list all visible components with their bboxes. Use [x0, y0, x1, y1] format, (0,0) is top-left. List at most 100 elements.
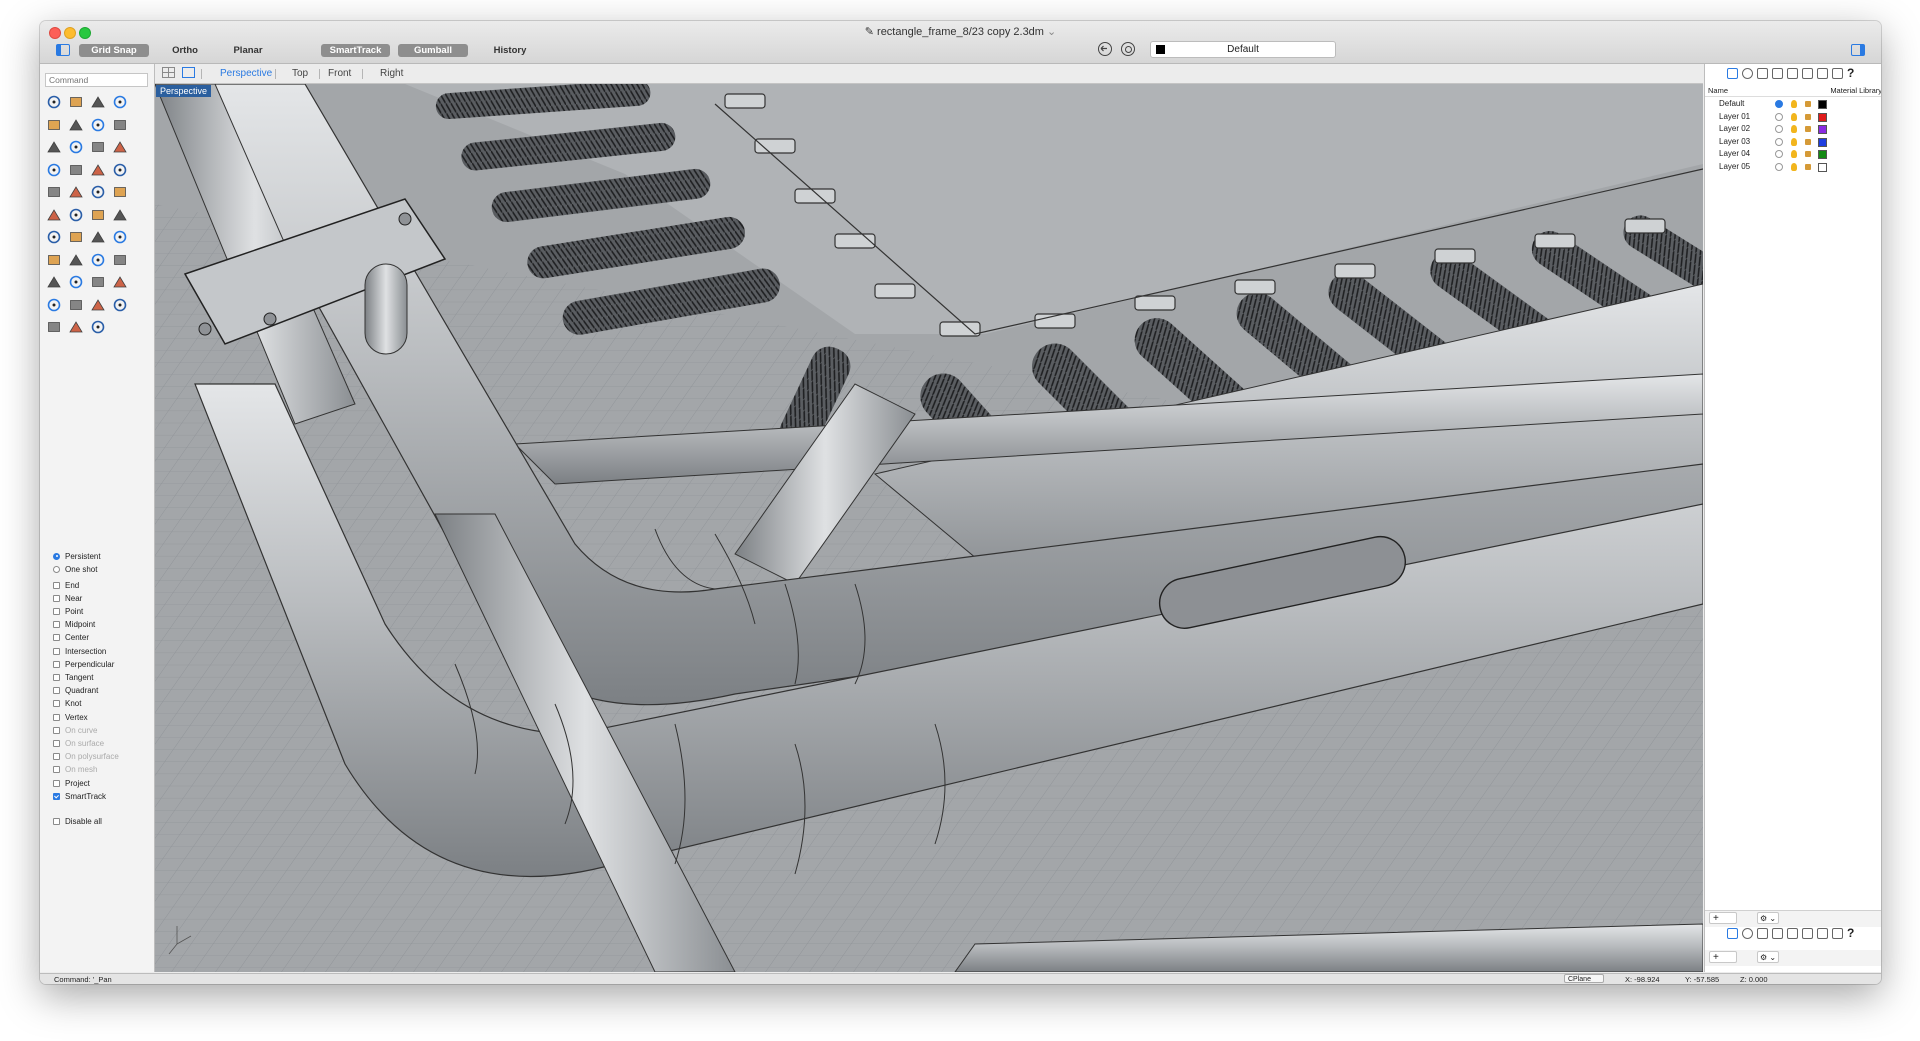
osnap-perpendicular[interactable]: Perpendicular [53, 658, 114, 670]
osnap-disable-all[interactable]: Disable all [53, 815, 102, 827]
mesh-tool-icon[interactable] [68, 297, 84, 313]
document-tab-icon[interactable] [1757, 68, 1768, 79]
sweep-tool-icon[interactable] [112, 162, 128, 178]
polygon-tool-icon[interactable] [112, 117, 128, 133]
radio-icon[interactable] [53, 565, 60, 573]
lights-tab-icon[interactable] [1802, 68, 1813, 79]
boolean-tool-icon[interactable] [68, 184, 84, 200]
orbit-tool-icon[interactable] [112, 252, 128, 268]
osnap-oneshot-option[interactable]: One shot [53, 563, 97, 575]
osnap-knot[interactable]: Knot [53, 698, 81, 710]
current-layer-indicator-icon[interactable] [1775, 112, 1783, 121]
materials-tab-icon[interactable] [1817, 68, 1828, 79]
curve-tool-icon[interactable] [112, 94, 128, 110]
osnap-on-polysurface[interactable]: On polysurface [53, 751, 119, 763]
help-icon[interactable]: ? [1847, 927, 1854, 942]
layer-name[interactable]: Layer 04 [1719, 149, 1750, 158]
checkbox-icon[interactable] [53, 726, 60, 734]
checkbox-icon[interactable] [53, 687, 60, 695]
osnap-persistent-option[interactable]: Persistent [53, 550, 101, 562]
osnap-near[interactable]: Near [53, 592, 82, 604]
osnap-on-surface[interactable]: On surface [53, 737, 104, 749]
perspective-viewport[interactable]: Perspective [155, 84, 1703, 972]
layer-row[interactable]: Default [1705, 98, 1881, 110]
layer-name[interactable]: Layer 01 [1719, 112, 1750, 121]
osnap-project[interactable]: Project [53, 777, 90, 789]
properties-tab-icon[interactable] [1742, 68, 1753, 79]
lock-icon[interactable] [1805, 126, 1811, 132]
polyline-tool-icon[interactable] [90, 94, 106, 110]
current-layer-indicator-icon[interactable] [1775, 162, 1783, 171]
layer-name[interactable]: Layer 05 [1719, 162, 1750, 171]
checkbox-icon[interactable] [53, 621, 60, 629]
properties-tab-icon[interactable] [1742, 928, 1753, 939]
render-tool-icon[interactable] [68, 274, 84, 290]
layer-color-swatch[interactable] [1818, 125, 1827, 134]
tab-top[interactable]: Top [292, 68, 308, 79]
text-tool-icon[interactable] [112, 274, 128, 290]
pan-tool-icon[interactable] [90, 252, 106, 268]
zoom-tool-icon[interactable] [68, 252, 84, 268]
transform-tool-icon[interactable] [68, 319, 84, 335]
title-chevron-icon[interactable]: ⌄ [1047, 26, 1056, 38]
column-name-header[interactable]: Name [1708, 86, 1728, 95]
radio-icon[interactable] [53, 552, 60, 560]
osnap-tangent[interactable]: Tangent [53, 671, 93, 683]
grid-snap-toggle[interactable]: Grid Snap [79, 44, 149, 57]
lightbulb-icon[interactable] [1791, 137, 1797, 146]
tab-front[interactable]: Front [328, 68, 351, 79]
tab-perspective[interactable]: Perspective [220, 68, 272, 79]
trim-tool-icon[interactable] [112, 139, 128, 155]
revolve-tool-icon[interactable] [68, 162, 84, 178]
left-sidebar-toggle-icon[interactable] [56, 44, 70, 56]
dimension-tool-icon[interactable] [46, 297, 62, 313]
materials-tab-icon[interactable] [1817, 928, 1828, 939]
add-button[interactable]: + [1709, 951, 1737, 963]
add-layer-button[interactable]: + [1709, 912, 1737, 924]
smarttrack-toggle[interactable]: SmartTrack [321, 44, 390, 57]
four-view-layout-icon[interactable] [162, 67, 175, 78]
copy-tool-icon[interactable] [46, 229, 62, 245]
fillet-tool-icon[interactable] [68, 139, 84, 155]
align-tool-icon[interactable] [46, 252, 62, 268]
checkbox-icon[interactable] [53, 739, 60, 747]
checkbox-icon[interactable] [53, 634, 60, 642]
checkbox-icon[interactable] [53, 779, 60, 787]
display-tab-icon[interactable] [1832, 928, 1843, 939]
checkbox-icon[interactable] [53, 660, 60, 668]
lock-icon[interactable] [1805, 101, 1811, 107]
checkbox-icon[interactable] [53, 753, 60, 761]
point-tool-icon[interactable] [68, 94, 84, 110]
sphere-tool-icon[interactable] [112, 297, 128, 313]
loft-tool-icon[interactable] [90, 162, 106, 178]
single-view-layout-icon[interactable] [182, 67, 195, 78]
lightbulb-icon[interactable] [1791, 162, 1797, 171]
current-layer-indicator-icon[interactable] [1775, 150, 1783, 158]
ortho-toggle[interactable]: Ortho [160, 44, 210, 57]
layer-name[interactable]: Layer 03 [1719, 137, 1750, 146]
current-layer-indicator-icon[interactable] [1775, 100, 1783, 108]
rectangle-tool-icon[interactable] [90, 117, 106, 133]
layer-color-swatch[interactable] [1818, 112, 1827, 122]
layer-color-swatch[interactable] [1818, 150, 1827, 159]
current-layer-indicator-icon[interactable] [1775, 137, 1783, 146]
osnap-intersection[interactable]: Intersection [53, 645, 106, 657]
osnap-quadrant[interactable]: Quadrant [53, 685, 98, 697]
join-tool-icon[interactable] [112, 184, 128, 200]
analyze-tool-icon[interactable] [90, 274, 106, 290]
current-layer-indicator-icon[interactable] [1775, 125, 1783, 133]
split-tool-icon[interactable] [90, 184, 106, 200]
extrude-tool-icon[interactable] [46, 162, 62, 178]
command-input[interactable] [45, 73, 148, 87]
checkbox-icon[interactable] [53, 581, 60, 589]
layer-color-swatch[interactable] [1818, 100, 1827, 109]
explode-tool-icon[interactable] [46, 207, 62, 223]
layer-tool-icon[interactable] [46, 274, 62, 290]
camera-tab-icon[interactable] [1787, 68, 1798, 79]
options-button[interactable]: ⚙ ⌄ [1757, 951, 1779, 963]
gumball-toggle[interactable]: Gumball [398, 44, 468, 57]
document-tab-icon[interactable] [1757, 928, 1768, 939]
planar-toggle[interactable]: Planar [223, 44, 273, 57]
checkbox-icon[interactable] [53, 817, 60, 825]
lock-icon[interactable] [1805, 163, 1811, 170]
